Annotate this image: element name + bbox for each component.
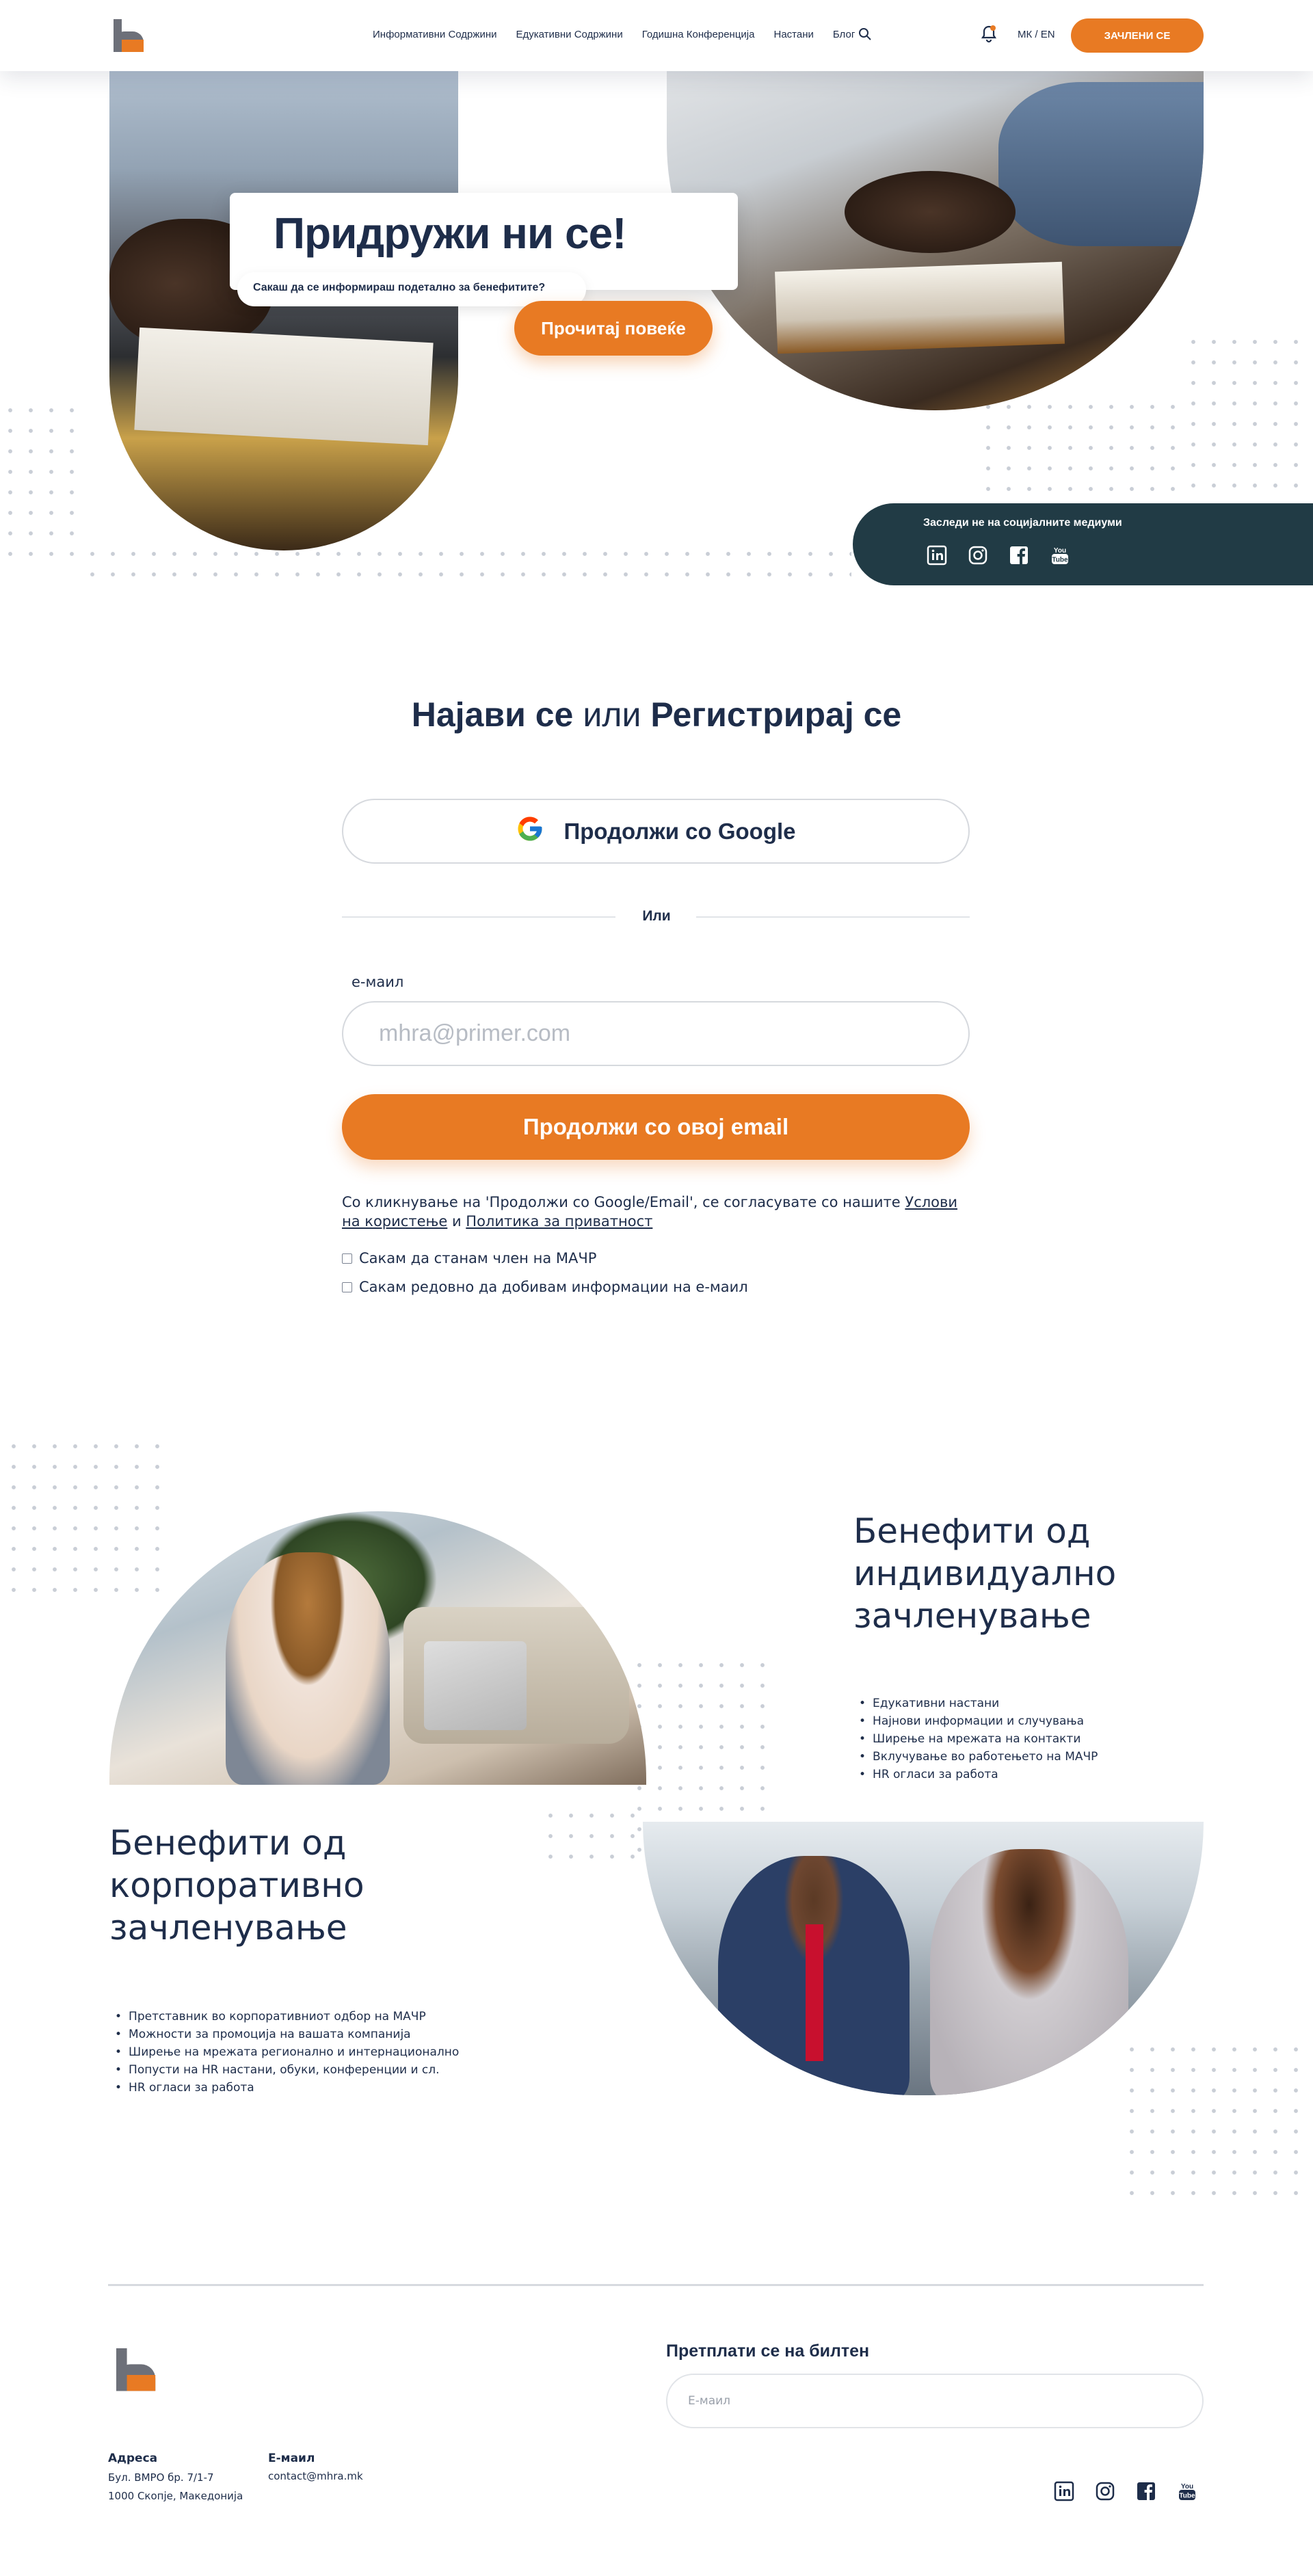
svg-text:Tube: Tube bbox=[1052, 557, 1068, 564]
search-icon[interactable] bbox=[858, 27, 872, 44]
site-header: Информативни Содржини Едукативни Содржин… bbox=[0, 0, 1313, 71]
youtube-icon[interactable]: You Tube bbox=[1049, 544, 1071, 566]
login-title-login: Најави се bbox=[411, 695, 574, 734]
address-label: Адреса bbox=[108, 2452, 158, 2465]
newsletter-checkbox[interactable] bbox=[342, 1282, 352, 1292]
hero-title: Придружи ни се! bbox=[274, 209, 626, 258]
svg-text:You: You bbox=[1181, 2483, 1193, 2491]
linkedin-icon[interactable] bbox=[926, 544, 948, 566]
instagram-icon[interactable] bbox=[967, 544, 989, 566]
notification-bell-icon[interactable] bbox=[981, 25, 997, 47]
newsletter-email-field[interactable] bbox=[666, 2374, 1204, 2428]
continue-email-button[interactable]: Продолжи со овој email bbox=[342, 1094, 970, 1160]
terms-prefix: Со кликнување на 'Продолжи со Google/Ema… bbox=[342, 1194, 905, 1210]
footer-email-value[interactable]: contact@mhra.mk bbox=[268, 2467, 363, 2486]
dot-pattern bbox=[0, 400, 82, 564]
corporate-benefits-title: Бенефити од корпоративно зачленување bbox=[109, 1823, 364, 1948]
list-item: Попусти на HR настани, обуки, конференци… bbox=[115, 2061, 459, 2079]
list-item: Ширење на мрежата на контакти bbox=[859, 1730, 1098, 1748]
terms-text: Со кликнување на 'Продолжи со Google/Ema… bbox=[342, 1193, 970, 1231]
footer-linkedin-icon[interactable] bbox=[1053, 2480, 1075, 2502]
hero-subtitle: Сакаш да се информираш подетално за бене… bbox=[253, 282, 546, 293]
footer-youtube-icon[interactable]: You Tube bbox=[1176, 2480, 1198, 2502]
login-title-or: или bbox=[583, 695, 641, 734]
nav-item-events[interactable]: Настани bbox=[773, 29, 813, 40]
member-checkbox-label: Сакам да станам член на МАЧР bbox=[359, 1250, 597, 1266]
dot-pattern bbox=[82, 544, 851, 585]
nav-item-education[interactable]: Едукативни Содржини bbox=[516, 29, 622, 40]
svg-text:You: You bbox=[1054, 547, 1066, 555]
google-signin-button[interactable]: Продолжи со Google bbox=[342, 799, 970, 864]
google-signin-label: Продолжи со Google bbox=[563, 818, 796, 844]
footer-instagram-icon[interactable] bbox=[1094, 2480, 1116, 2502]
divider-label: Или bbox=[642, 908, 671, 924]
language-switcher[interactable]: МК / EN bbox=[1018, 29, 1055, 40]
hero-photo-right bbox=[667, 41, 1204, 410]
list-item: Вклучување во работењето на МАЧР bbox=[859, 1748, 1098, 1766]
individual-benefits-title: Бенефити од индивидуално зачленување bbox=[853, 1511, 1117, 1636]
member-checkbox[interactable] bbox=[342, 1253, 352, 1264]
footer-facebook-icon[interactable] bbox=[1135, 2480, 1157, 2502]
site-logo[interactable] bbox=[114, 19, 144, 52]
footer-logo[interactable] bbox=[116, 2348, 166, 2405]
newsletter-title: Претплати се на билтен bbox=[666, 2341, 870, 2361]
list-item: HR огласи за работа bbox=[115, 2079, 459, 2097]
google-icon bbox=[516, 814, 544, 849]
corporate-benefits-list: Претставник во корпоративниот одбор на М… bbox=[115, 2008, 459, 2097]
svg-text:Tube: Tube bbox=[1179, 2493, 1195, 2500]
divider-left bbox=[342, 916, 615, 918]
dot-pattern bbox=[540, 1805, 636, 1874]
individual-benefits-list: Едукативни настани Најнови информации и … bbox=[859, 1695, 1098, 1783]
login-title: Најави се или Регистрирај се bbox=[0, 695, 1313, 734]
terms-and: и bbox=[447, 1213, 466, 1230]
nav-item-blog[interactable]: Блог bbox=[833, 29, 855, 40]
list-item: Едукативни настани bbox=[859, 1695, 1098, 1712]
dot-pattern bbox=[1183, 332, 1313, 496]
dot-pattern bbox=[978, 397, 1183, 492]
newsletter-checkbox-label: Сакам редовно да добивам информации на е… bbox=[359, 1279, 748, 1295]
list-item: Најнови информации и случувања bbox=[859, 1712, 1098, 1730]
divider-right bbox=[696, 916, 970, 918]
list-item: Ширење на мрежата регионално и интернаци… bbox=[115, 2043, 459, 2061]
email-label: е-маил bbox=[352, 974, 404, 990]
join-button[interactable]: ЗАЧЛЕНИ СЕ bbox=[1071, 18, 1204, 53]
nav-item-info[interactable]: Информативни Содржини bbox=[373, 29, 496, 40]
login-title-register: Регистрирај се bbox=[650, 695, 902, 734]
main-nav: Информативни Содржини Едукативни Содржин… bbox=[373, 29, 855, 40]
individual-benefits-photo bbox=[109, 1511, 646, 1785]
social-panel bbox=[853, 503, 1313, 585]
list-item: Можности за промоција на вашата компаниј… bbox=[115, 2026, 459, 2043]
footer-email-label: Е-маил bbox=[268, 2452, 315, 2465]
privacy-link[interactable]: Политика за приватност bbox=[466, 1213, 652, 1230]
dot-pattern bbox=[3, 1436, 168, 1600]
newsletter-checkbox-row[interactable]: Сакам редовно да добивам информации на е… bbox=[342, 1279, 748, 1295]
list-item: HR огласи за работа bbox=[859, 1766, 1098, 1783]
email-field[interactable] bbox=[342, 1001, 970, 1066]
address-line-2: 1000 Скопје, Македонија bbox=[108, 2490, 243, 2502]
address-line-1: Бул. ВМРО бр. 7/1-7 bbox=[108, 2471, 214, 2484]
read-more-button[interactable]: Прочитај повеќе bbox=[514, 301, 713, 356]
facebook-icon[interactable] bbox=[1008, 544, 1030, 566]
list-item: Претставник во корпоративниот одбор на М… bbox=[115, 2008, 459, 2026]
member-checkbox-row[interactable]: Сакам да станам член на МАЧР bbox=[342, 1250, 596, 1266]
social-title: Заследи не на социјалните медиуми bbox=[923, 517, 1122, 529]
nav-item-conference[interactable]: Годишна Конференција bbox=[642, 29, 755, 40]
dot-pattern bbox=[1122, 2039, 1313, 2196]
corporate-benefits-photo bbox=[643, 1822, 1204, 2095]
footer-divider bbox=[108, 2284, 1204, 2286]
